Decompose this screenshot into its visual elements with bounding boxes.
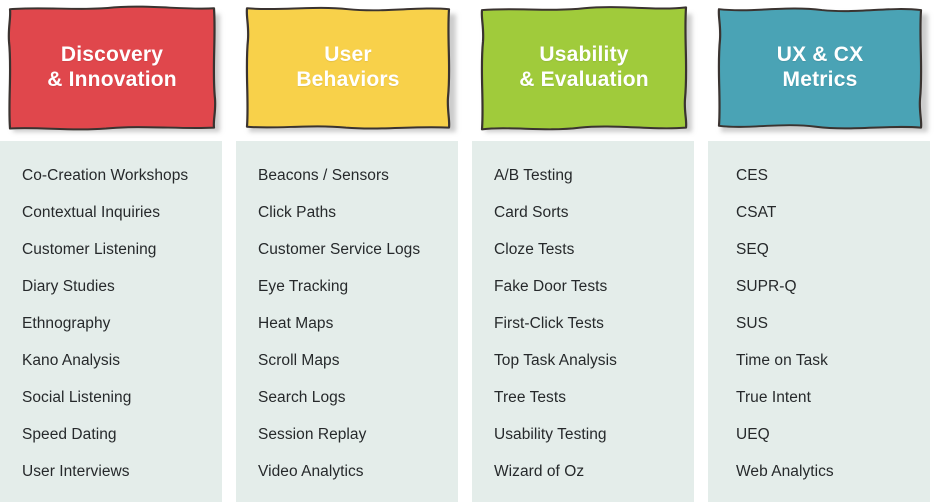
list-item[interactable]: Fake Door Tests — [472, 268, 694, 305]
list-item[interactable]: True Intent — [708, 379, 930, 416]
header-title-line2: Behaviors — [296, 67, 400, 91]
list-item[interactable]: Tree Tests — [472, 379, 694, 416]
list-item[interactable]: Video Analytics — [236, 453, 458, 490]
list-item[interactable]: SEQ — [708, 231, 930, 268]
category-header-label: UX & CX Metrics — [769, 43, 872, 93]
list-item[interactable]: Wizard of Oz — [472, 453, 694, 490]
list-item[interactable]: SUS — [708, 305, 930, 342]
list-item[interactable]: Scroll Maps — [236, 342, 458, 379]
category-header-card-ux-cx-metrics[interactable]: UX & CX Metrics — [716, 7, 928, 132]
list-item[interactable]: Beacons / Sensors — [236, 157, 458, 194]
method-list-user-behaviors: Beacons / Sensors Click Paths Customer S… — [236, 141, 458, 502]
category-column-usability-evaluation: Usability & Evaluation A/B Testing Card … — [472, 0, 694, 502]
header-title-line2: & Innovation — [47, 67, 177, 91]
list-item[interactable]: Customer Service Logs — [236, 231, 458, 268]
list-item[interactable]: Customer Listening — [0, 231, 222, 268]
method-list-ux-cx-metrics: CES CSAT SEQ SUPR-Q SUS Time on Task Tru… — [708, 141, 930, 502]
category-header-card-discovery-innovation[interactable]: Discovery & Innovation — [7, 5, 220, 132]
list-item[interactable]: Web Analytics — [708, 453, 930, 490]
list-item[interactable]: Kano Analysis — [0, 342, 222, 379]
list-item[interactable]: Top Task Analysis — [472, 342, 694, 379]
method-list-discovery-innovation: Co-Creation Workshops Contextual Inquiri… — [0, 141, 222, 502]
category-header-card-usability-evaluation[interactable]: Usability & Evaluation — [480, 6, 692, 132]
header-title-line2: & Evaluation — [519, 67, 649, 91]
category-header-label: User Behaviors — [288, 43, 407, 93]
list-item[interactable]: Contextual Inquiries — [0, 194, 222, 231]
category-header-label: Usability & Evaluation — [511, 43, 657, 93]
list-item[interactable]: UEQ — [708, 416, 930, 453]
list-item[interactable]: Social Listening — [0, 379, 222, 416]
list-item[interactable]: CES — [708, 157, 930, 194]
list-item[interactable]: Session Replay — [236, 416, 458, 453]
list-item[interactable]: Eye Tracking — [236, 268, 458, 305]
header-title-line1: Discovery — [60, 42, 164, 66]
list-item[interactable]: Speed Dating — [0, 416, 222, 453]
list-item[interactable]: Diary Studies — [0, 268, 222, 305]
header-title-line1: Usability — [539, 42, 629, 66]
category-column-user-behaviors: User Behaviors Beacons / Sensors Click P… — [236, 0, 458, 502]
list-item[interactable]: SUPR-Q — [708, 268, 930, 305]
list-item[interactable]: Heat Maps — [236, 305, 458, 342]
list-item[interactable]: Ethnography — [0, 305, 222, 342]
list-item[interactable]: A/B Testing — [472, 157, 694, 194]
category-grid: Discovery & Innovation Co-Creation Works… — [0, 0, 940, 502]
list-item[interactable]: User Interviews — [0, 453, 222, 490]
header-title-line2: Metrics — [782, 67, 858, 91]
list-item[interactable]: CSAT — [708, 194, 930, 231]
list-item[interactable]: Cloze Tests — [472, 231, 694, 268]
list-item[interactable]: Time on Task — [708, 342, 930, 379]
header-title-line1: UX & CX — [776, 42, 864, 66]
list-item[interactable]: Usability Testing — [472, 416, 694, 453]
category-column-discovery-innovation: Discovery & Innovation Co-Creation Works… — [0, 0, 222, 502]
method-list-usability-evaluation: A/B Testing Card Sorts Cloze Tests Fake … — [472, 141, 694, 502]
category-header-label: Discovery & Innovation — [39, 43, 185, 93]
list-item[interactable]: First-Click Tests — [472, 305, 694, 342]
list-item[interactable]: Search Logs — [236, 379, 458, 416]
category-column-ux-cx-metrics: UX & CX Metrics CES CSAT SEQ SUPR-Q SUS … — [708, 0, 930, 502]
list-item[interactable]: Card Sorts — [472, 194, 694, 231]
list-item[interactable]: Co-Creation Workshops — [0, 157, 222, 194]
list-item[interactable]: Click Paths — [236, 194, 458, 231]
category-header-card-user-behaviors[interactable]: User Behaviors — [244, 6, 456, 132]
header-title-line1: User — [324, 42, 372, 66]
